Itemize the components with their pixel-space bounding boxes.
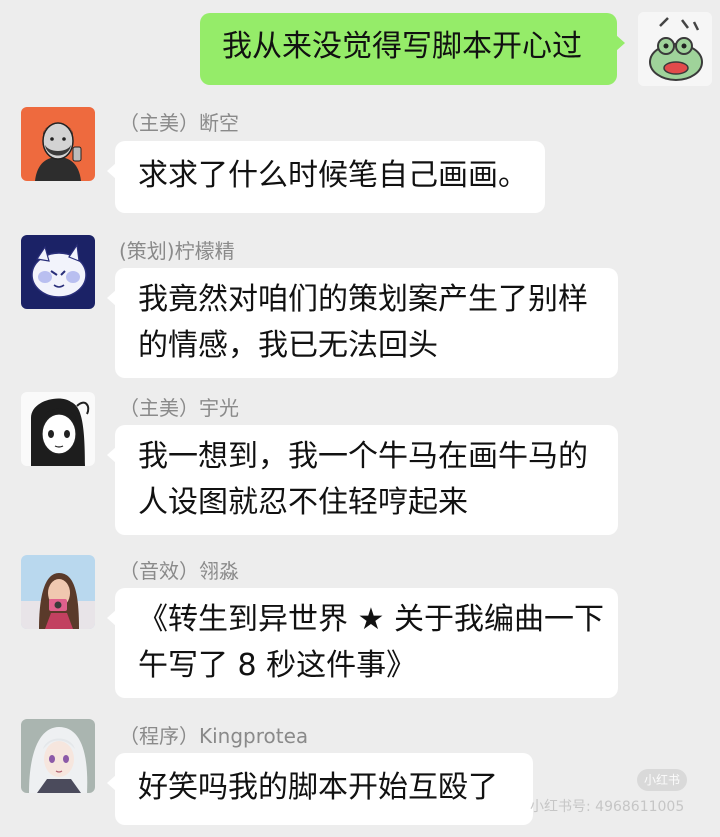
photo-girl-avatar[interactable]: [21, 555, 95, 629]
message-bubble[interactable]: 好笑吗我的脚本开始互殴了: [107, 753, 533, 825]
watermark-id: 小红书号: 4968611005: [530, 799, 685, 815]
watermark-badge: 小红书: [637, 769, 687, 791]
message-text-line-1: 我竟然对咱们的策划案产生了别样: [138, 282, 588, 317]
message-text-line-1: 我一想到，我一个牛马在画牛马的: [138, 439, 588, 474]
message-bubble-self[interactable]: 我从来没觉得写脚本开心过: [200, 13, 625, 85]
sender-name: (策划)柠檬精: [119, 239, 235, 263]
frog-sticker-avatar[interactable]: [638, 12, 712, 86]
sender-name: （主美）宇光: [119, 396, 239, 420]
message-text-line-2: 午写了 8 秒这件事》: [138, 648, 417, 683]
white-creature-avatar[interactable]: [21, 235, 95, 309]
message-text: 我从来没觉得写脚本开心过: [222, 29, 582, 64]
message-bubble[interactable]: 《转生到异世界 ★ 关于我编曲一下 午写了 8 秒这件事》: [107, 588, 618, 698]
message-bubble[interactable]: 我一想到，我一个牛马在画牛马的 人设图就忍不住轻哼起来: [107, 425, 618, 535]
manga-girl-avatar[interactable]: [21, 392, 95, 466]
sender-name: （主美）断空: [119, 111, 239, 135]
message-text-line-2: 人设图就忍不住轻哼起来: [138, 485, 468, 520]
bearded-man-avatar[interactable]: [21, 107, 95, 181]
message-text: 好笑吗我的脚本开始互殴了: [138, 770, 498, 805]
message-bubble[interactable]: 我竟然对咱们的策划案产生了别样 的情感，我已无法回头: [107, 268, 618, 378]
sender-name: （音效）翎淼: [119, 559, 239, 583]
chat-history[interactable]: 我从来没觉得写脚本开心过 （主美）断空 求求了什么时候笔自己画画。 (策划)柠檬…: [0, 0, 720, 837]
message-text-line-2: 的情感，我已无法回头: [138, 328, 438, 363]
anime-silver-hair-avatar[interactable]: [21, 719, 95, 793]
sender-name: （程序）Kingprotea: [119, 724, 309, 748]
message-text: 求求了什么时候笔自己画画。: [138, 158, 528, 193]
message-text-line-1: 《转生到异世界 ★ 关于我编曲一下: [138, 602, 604, 637]
message-bubble[interactable]: 求求了什么时候笔自己画画。: [107, 141, 545, 213]
